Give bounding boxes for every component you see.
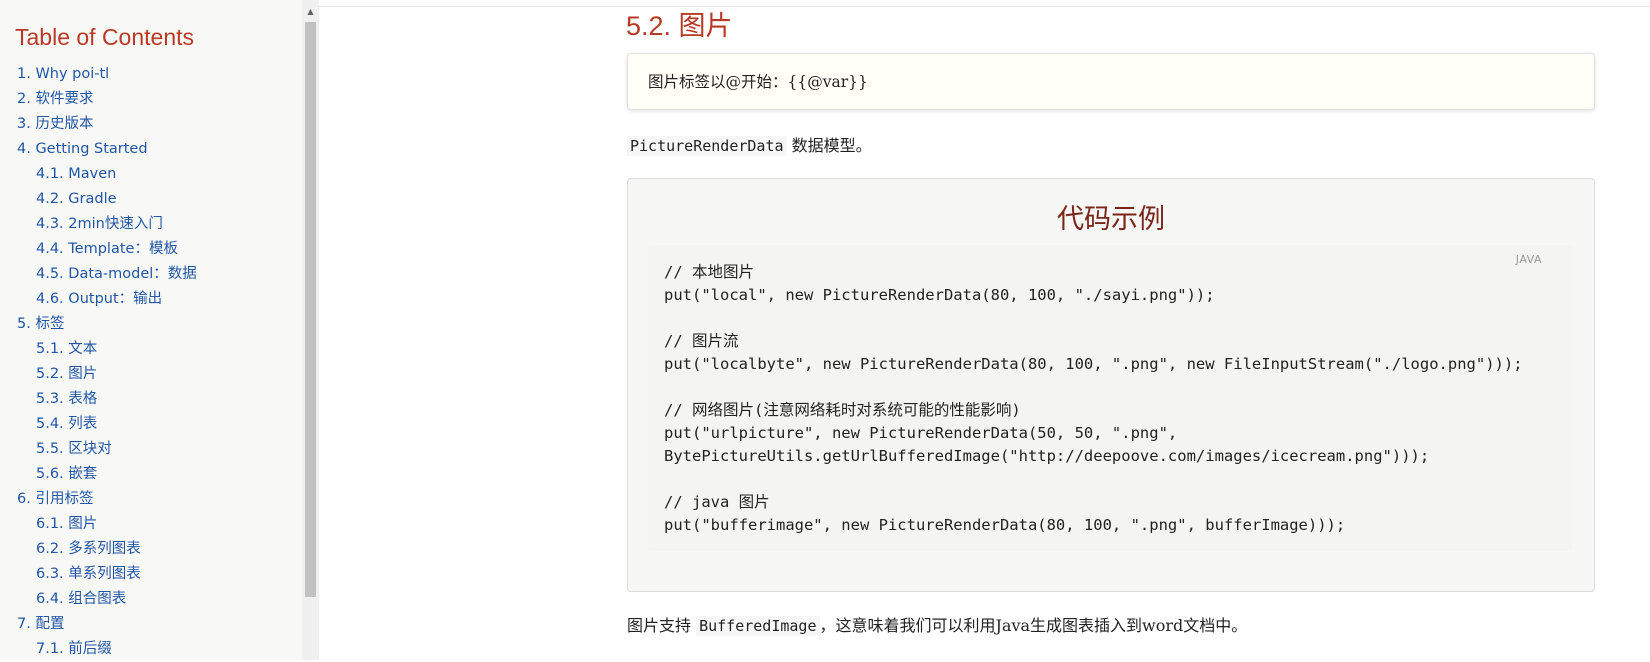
toc-item[interactable]: 4.3. 2min快速入门 [0,212,290,237]
code-line: // 本地图片 [664,263,754,281]
toc-item[interactable]: 4.4. Template：模板 [0,237,290,262]
code-line: BytePictureUtils.getUrlBufferedImage("ht… [664,447,1430,465]
toc-item[interactable]: 4.5. Data-model：数据 [0,262,290,287]
toc-item[interactable]: 6.3. 单系列图表 [0,562,290,587]
toc-item[interactable]: 6.2. 多系列图表 [0,537,290,562]
code-lines: // 本地图片 put("local", new PictureRenderDat… [664,261,1556,537]
toc-item[interactable]: 4.2. Gradle [0,187,290,212]
code-line: put("bufferimage", new PictureRenderData… [664,516,1346,534]
top-divider [319,6,1650,7]
toc-title: Table of Contents [15,24,195,50]
paragraph-text: 数据模型。 [786,136,872,155]
paragraph-text: 图片支持 [627,616,697,635]
scrollbar-thumb[interactable] [305,22,316,597]
toc-item[interactable]: 4.1. Maven [0,162,290,187]
toc-item[interactable]: 5.4. 列表 [0,412,290,437]
code-line: put("urlpicture", new PictureRenderData(… [664,424,1178,442]
toc-item[interactable]: 5.5. 区块对 [0,437,290,462]
toc-item[interactable]: 6.1. 图片 [0,512,290,537]
code-example-box: 代码示例 JAVA // 本地图片 put("local", new Pictur… [627,178,1595,592]
toc-item[interactable]: 7. 配置 [0,612,290,637]
toc-item[interactable]: 5. 标签 [0,312,290,337]
paragraph-text: ，这意味着我们可以利用Java生成图表插入到word文档中。 [819,616,1248,635]
toc-item[interactable]: 2. 软件要求 [0,87,290,112]
code-block: JAVA // 本地图片 put("local", new PictureRend… [648,245,1572,551]
toc-list: 1. Why poi-tl 2. 软件要求 3. 历史版本 4. Getting St… [0,62,290,662]
paragraph-bufferedimage: 图片支持 BufferedImage ，这意味着我们可以利用Java生成图表插入到… [627,612,1247,636]
code-line: // java 图片 [664,493,770,511]
toc-item[interactable]: 1. Why poi-tl [0,62,290,87]
toc-item[interactable]: 6. 引用标签 [0,487,290,512]
toc-item[interactable]: 5.1. 文本 [0,337,290,362]
code-line: // 网络图片(注意网络耗时对系统可能的性能影响) [664,401,1021,419]
toc-item[interactable]: 6.4. 组合图表 [0,587,290,612]
sidebar-scrollbar[interactable]: ▲ [302,0,319,660]
tip-box: 图片标签以@开始：{{@var}} [627,53,1595,110]
toc-item[interactable]: 5.3. 表格 [0,387,290,412]
toc-item[interactable]: 7.1. 前后缀 [0,637,290,662]
toc-item[interactable]: 5.6. 嵌套 [0,462,290,487]
toc-item[interactable]: 4.6. Output：输出 [0,287,290,312]
inline-code: PictureRenderData [627,136,787,156]
language-label: JAVA [1515,253,1542,266]
toc-item[interactable]: 3. 历史版本 [0,112,290,137]
inline-code: BufferedImage [696,616,820,636]
code-line: put("local", new PictureRenderData(80, 1… [664,286,1215,304]
example-title: 代码示例 [1057,204,1165,234]
code-line: // 图片流 [664,332,739,350]
code-line: put("localbyte", new PictureRenderData(8… [664,355,1523,373]
scroll-up-arrow-icon[interactable]: ▲ [302,6,319,18]
paragraph-data-model: PictureRenderData 数据模型。 [627,132,872,156]
toc-item[interactable]: 4. Getting Started [0,137,290,162]
toc-item[interactable]: 5.2. 图片 [0,362,290,387]
table-of-contents-sidebar: Table of Contents 1. Why poi-tl 2. 软件要求 3.… [0,0,304,660]
section-heading: 5.2. 图片 [626,11,733,41]
